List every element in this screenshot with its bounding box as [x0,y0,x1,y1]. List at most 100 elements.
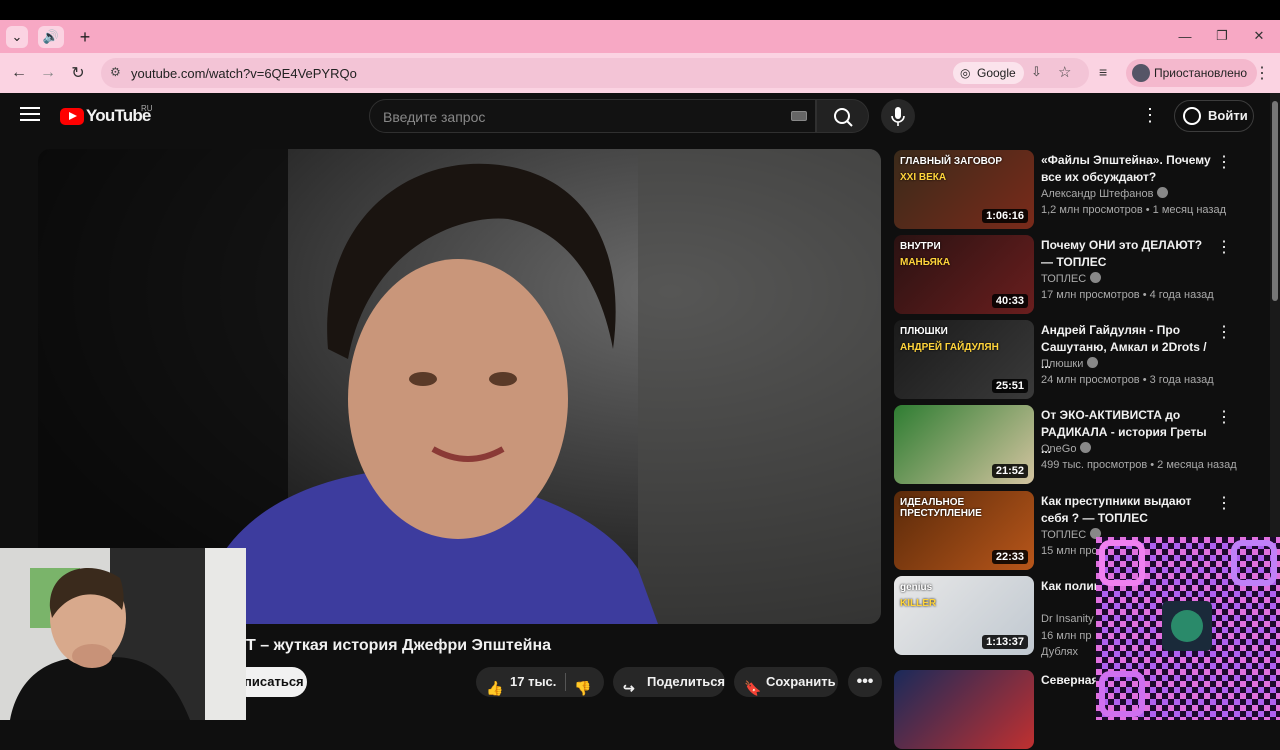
site-info-icon[interactable]: ⚙ [110,65,121,79]
thumbs-up-icon: 👍 [486,680,504,696]
thumbnail-caption: ПЛЮШКИ [900,326,948,337]
profile-button[interactable]: Приостановлено [1126,59,1258,87]
recommendation-menu-icon[interactable]: ⋮ [1216,407,1232,427]
duration-badge: 1:06:16 [982,209,1028,223]
signin-button[interactable]: Войти [1174,100,1254,132]
channel-row: ТОПЛЕС [1041,528,1102,541]
channel-name[interactable]: ТОПЛЕС [1041,273,1086,285]
view-count-meta: 17 млн просмотров • 4 года назад [1041,289,1214,301]
google-chip-label: Google [977,66,1016,80]
search-input[interactable]: Введите запрос [369,99,816,133]
webcam-overlay [0,548,246,720]
back-button[interactable]: ← [8,62,30,84]
new-tab-button[interactable]: + [74,26,96,48]
verified-check-icon [1090,272,1102,283]
channel-name[interactable]: OneGo [1041,443,1076,455]
qr-code-overlay [1096,537,1280,720]
view-count-meta: 16 млн пр [1041,630,1092,642]
bookmark-star-icon[interactable]: ☆ [1058,63,1071,81]
video-thumbnail[interactable]: genius KILLER 1:13:37 [894,576,1034,655]
thumbnail-caption-2: АНДРЕЙ ГАЙДУЛЯН [900,342,999,353]
recommendation-item[interactable]: 21:52 От ЭКО-АКТИВИСТА до РАДИКАЛА - исто… [894,405,1264,485]
hamburger-menu-icon[interactable] [20,107,40,123]
thumbnail-caption: ВНУТРИ [900,241,941,252]
media-controls-icon[interactable]: ≡ [1099,64,1107,80]
reload-icon: ↻ [71,65,85,82]
install-app-icon[interactable]: ⇩ [1031,64,1042,80]
duration-badge: 25:51 [991,379,1028,393]
view-count-meta: 1,2 млн просмотров • 1 месяц назад [1041,204,1226,216]
forward-button[interactable]: → [37,62,59,84]
recommendation-title[interactable]: Почему ОНИ это ДЕЛАЮТ? — ТОПЛЕС [1041,237,1213,271]
share-button[interactable]: ↪ Поделиться [613,667,725,697]
video-thumbnail[interactable]: 21:52 [894,405,1034,484]
video-thumbnail[interactable] [894,670,1034,749]
verified-check-icon [1157,187,1169,198]
profile-status-label: Приостановлено [1154,66,1248,80]
youtube-logo[interactable]: YouTube RU [60,104,153,126]
video-title: Т – жуткая история Джефри Эпштейна [246,637,552,654]
channel-name[interactable]: ТОПЛЕС [1041,529,1086,541]
minimize-button[interactable]: — [1170,25,1200,47]
lens-icon: ◎ [960,66,971,80]
recommendation-menu-icon[interactable]: ⋮ [1216,237,1232,257]
arrow-left-icon: ← [11,64,27,81]
google-lens-chip[interactable]: ◎ Google [953,62,1024,84]
duration-badge: 40:33 [991,294,1028,308]
chevron-down-icon: ⌄ [11,29,23,44]
duration-badge: 21:52 [991,464,1028,478]
search-icon [834,108,853,127]
thumbnail-caption: ГЛАВНЫЙ ЗАГОВОР [900,156,1003,167]
save-button[interactable]: 🔖 Сохранить [734,667,838,697]
channel-name[interactable]: Dr Insanity [1041,613,1094,625]
channel-name[interactable]: Александр Штефанов [1041,188,1153,200]
like-button[interactable]: 👍 17 тыс. 👎 [476,667,604,697]
reload-button[interactable]: ↻ [67,62,89,84]
recommendation-menu-icon[interactable]: ⋮ [1216,493,1232,513]
close-window-button[interactable]: ✕ [1244,25,1274,47]
active-tab[interactable]: 🔊 [38,26,64,48]
thumbnail-caption-2: XXI ВЕКА [900,172,947,183]
tab-search-button[interactable]: ⌄ [6,26,28,48]
search-button[interactable] [816,99,869,133]
settings-menu-icon[interactable]: ⋮ [1140,105,1160,127]
browser-menu-icon[interactable]: ⋮ [1254,63,1270,83]
recommendation-item[interactable]: ВНУТРИ МАНЬЯКА 40:33 Почему ОНИ это ДЕЛАЮТ?… [894,235,1264,315]
recommendation-item[interactable]: ГЛАВНЫЙ ЗАГОВОР XXI ВЕКА 1:06:16 «Файлы Эпш… [894,150,1264,230]
address-bar[interactable]: ⚙ youtube.com/watch?v=6QE4VePYRQo ◎ Goog… [101,58,1089,88]
share-icon: ↪ [623,680,635,696]
duration-badge: 22:33 [991,550,1028,564]
youtube-play-icon [60,107,84,125]
search-placeholder: Введите запрос [383,109,486,125]
recommendation-item[interactable]: ПЛЮШКИ АНДРЕЙ ГАЙДУЛЯН 25:51 Андрей Гайдуля… [894,320,1264,400]
recommendation-menu-icon[interactable]: ⋮ [1216,152,1232,172]
thumbnail-caption-2: KILLER [900,598,937,609]
plus-icon: + [79,26,91,47]
like-count: 17 тыс. [510,674,557,689]
qr-code-image [1096,537,1280,720]
scrollbar-thumb[interactable] [1272,101,1278,301]
video-thumbnail[interactable]: ИДЕАЛЬНОЕ ПРЕСТУПЛЕНИЕ 22:33 [894,491,1034,570]
video-thumbnail[interactable]: ПЛЮШКИ АНДРЕЙ ГАЙДУЛЯН 25:51 [894,320,1034,399]
duration-badge: 1:13:37 [982,635,1028,649]
channel-row: Александр Штефанов [1041,187,1169,200]
video-thumbnail[interactable]: ВНУТРИ МАНЬЯКА 40:33 [894,235,1034,314]
thumbs-down-icon[interactable]: 👎 [574,673,591,703]
channel-row: OneGo [1041,442,1092,455]
recommendation-menu-icon[interactable]: ⋮ [1216,322,1232,342]
keyboard-icon[interactable] [791,111,807,121]
signin-label: Войти [1208,108,1248,123]
recommendation-title[interactable]: «Файлы Эпштейна». Почему все их обсуждаю… [1041,152,1213,186]
voice-search-button[interactable] [881,99,915,133]
channel-name[interactable]: Плюшки [1041,358,1083,370]
video-thumbnail[interactable]: ГЛАВНЫЙ ЗАГОВОР XXI ВЕКА 1:06:16 [894,150,1034,229]
recommendation-title[interactable]: Как преступники выдают себя ? — ТОПЛЕС [1041,493,1213,527]
thumbnail-caption: genius [900,582,933,593]
like-divider [565,673,566,691]
url-text[interactable]: youtube.com/watch?v=6QE4VePYRQo [131,66,357,81]
account-icon [1183,107,1201,125]
restore-button[interactable]: ❐ [1207,25,1237,47]
more-actions-button[interactable]: ••• [848,667,882,697]
bookmark-icon: 🔖 [744,680,762,696]
speaker-icon: 🔊 [42,29,60,44]
